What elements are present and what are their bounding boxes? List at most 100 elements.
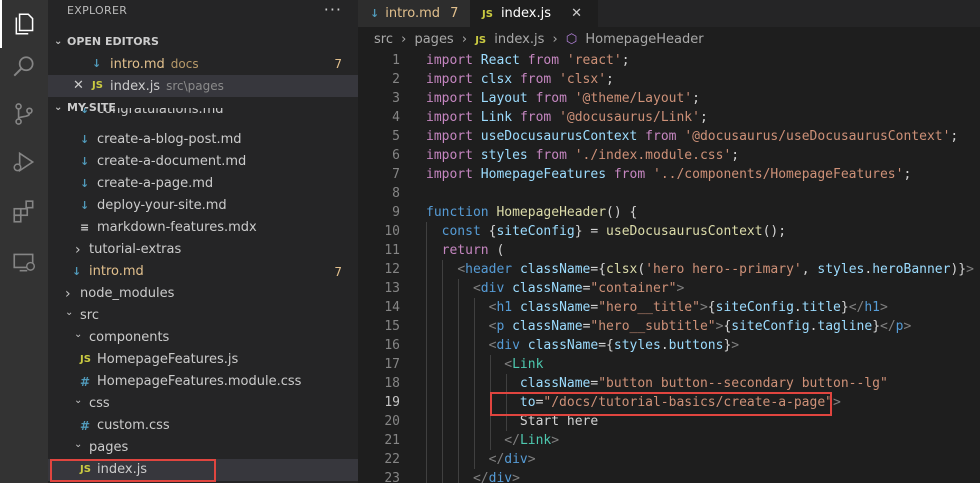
code-text: </div> [426,469,520,483]
line-number: 19 [384,395,400,410]
javascript-file-icon: JS [80,354,91,365]
code-line[interactable]: 4 import Link from '@docusaurus/Link'; [358,108,980,127]
code-token: . [660,338,669,353]
code-text: <div className="container"> [426,279,684,298]
code-line[interactable]: 12 <header className={clsx('hero hero--p… [358,260,980,279]
tree-folder-src[interactable]: ⌄ src [48,305,358,327]
code-line[interactable]: 15 <p className="hero__subtitle">{siteCo… [358,317,980,336]
tab-index-js[interactable]: JS index.js ✕ [470,0,598,27]
code-token: import [426,91,481,106]
source-control-icon[interactable] [0,90,48,138]
tree-item-custom-css[interactable]: # custom.css [48,415,358,437]
code-token: '@docusaurus/useDocusaurusContext' [684,129,951,144]
explorer-sidebar: EXPLORER ··· ⌄ OPEN EDITORS ↓ intro.md do… [48,0,358,483]
code-token: import [426,72,481,87]
code-token: )} [950,262,967,277]
code-line[interactable]: 7 import HomepageFeatures from '../compon… [358,165,980,184]
line-number: 14 [384,300,400,315]
remote-explorer-icon[interactable] [0,238,48,286]
markdown-file-icon: ↓ [80,133,90,146]
code-text: <Link [426,355,543,374]
tree-folder-css[interactable]: ⌄ css [48,393,358,415]
file-name: index.js [110,79,161,94]
tree-item-deploy-your-site-md[interactable]: ↓ deploy-your-site.md [48,195,358,217]
close-icon[interactable]: ✕ [571,6,582,21]
code-line[interactable]: 22 </div> [358,450,980,469]
code-token: import [426,129,481,144]
code-line[interactable]: 8 [358,184,980,203]
line-number: 8 [392,186,400,201]
code-line[interactable]: 11 return ( [358,241,980,260]
code-line[interactable]: 6 import styles from './index.module.css'… [358,146,980,165]
line-number: 4 [392,110,400,125]
folder-name: src [80,308,99,323]
tree-item-markdown-features-mdx[interactable]: ≡ markdown-features.mdx [48,217,358,239]
code-line[interactable]: 5 import useDocusaurusContext from '@docu… [358,127,980,146]
run-debug-icon[interactable] [0,138,48,186]
code-token: > [731,338,740,353]
code-token: from [535,148,575,163]
tree-item-homepagefeatures-js[interactable]: JS HomepageFeatures.js [48,349,358,371]
extensions-icon[interactable] [0,188,48,236]
tab-bar: ↓ intro.md 7 JS index.js ✕ [358,0,980,27]
line-number: 2 [392,72,400,87]
tree-item-intro-md[interactable]: ↓ intro.md 7 [48,261,358,283]
code-token: { [707,300,716,315]
search-icon[interactable] [0,43,48,91]
code-line[interactable]: 23 </div> [358,469,980,483]
line-number: 5 [392,129,400,144]
file-name: deploy-your-site.md [97,198,227,213]
code-token: "container" [590,281,677,296]
code-token: Link [512,357,544,372]
code-token: className [519,376,591,391]
line-number: 18 [384,376,400,391]
problems-badge: 7 [450,6,459,21]
code-line[interactable]: 14 <h1 className="hero__title">{siteConf… [358,298,980,317]
line-number: 22 [384,452,400,467]
code-token: 'hero hero--primary' [645,262,802,277]
code-token: siteConfig [496,224,575,239]
tree-folder-tutorial-extras[interactable]: › tutorial-extras [48,239,358,261]
tree-folder-node-modules[interactable]: › node_modules [48,283,358,305]
code-line[interactable]: 2 import clsx from 'clsx'; [358,70,980,89]
tree-item-homepagefeatures-module-css[interactable]: # HomepageFeatures.module.css [48,371,358,393]
tree-item-create-a-page-md[interactable]: ↓ create-a-page.md [48,173,358,195]
open-editors-header[interactable]: ⌄ OPEN EDITORS [48,31,358,53]
code-line[interactable]: 1 import React from 'react'; [358,51,980,70]
breadcrumb-index-js[interactable]: index.js [494,32,544,47]
files-icon[interactable] [0,0,48,48]
breadcrumb-homepageheader[interactable]: HomepageHeader [585,32,703,47]
line-number: 6 [392,148,400,163]
code-line[interactable]: 10 const {siteConfig} = useDocusaurusCon… [358,222,980,241]
code-line[interactable]: 3 import Layout from '@theme/Layout'; [358,89,980,108]
problems-badge: 7 [334,57,342,71]
file-name: custom.css [97,418,170,433]
code-text: import React from 'react'; [426,51,630,70]
code-line[interactable]: 21 </Link> [358,431,980,450]
code-text: className="button button--secondary butt… [426,374,888,393]
tree-folder-pages[interactable]: ⌄ pages [48,437,358,459]
tree-item-create-a-blog-post-md[interactable]: ↓ create-a-blog-post.md [48,129,358,151]
tree-item-congratulations-md[interactable]: ↓ congratulations.md [48,108,358,124]
tree-item-create-a-document-md[interactable]: ↓ create-a-document.md [48,151,358,173]
tab-intro-md[interactable]: ↓ intro.md 7 [358,0,470,27]
open-editor-intro-md[interactable]: ↓ intro.md docs 7 [48,53,358,75]
code-token: p [895,319,904,334]
tree-folder-components[interactable]: ⌄ components [48,327,358,349]
breadcrumb-src[interactable]: src [374,32,393,47]
close-icon[interactable]: ✕ [73,75,84,97]
breadcrumb-pages[interactable]: pages [414,32,453,47]
code-token: function [426,205,497,220]
code-line[interactable]: 18 className="button button--secondary b… [358,374,980,393]
code-line[interactable]: 16 <div className={styles.buttons}> [358,336,980,355]
code-line[interactable]: 13 <div className="container"> [358,279,980,298]
code-line[interactable]: 9 function HomepageHeader() { [358,203,980,222]
line-number: 17 [384,357,400,372]
code-token: heroBanner [872,262,951,277]
open-editor-index-js[interactable]: ✕ JS index.js src\pages [48,75,358,97]
more-actions-icon[interactable]: ··· [324,0,342,19]
code-line[interactable]: 17 <Link [358,355,980,374]
code-text: import styles from './index.module.css'; [426,146,739,165]
